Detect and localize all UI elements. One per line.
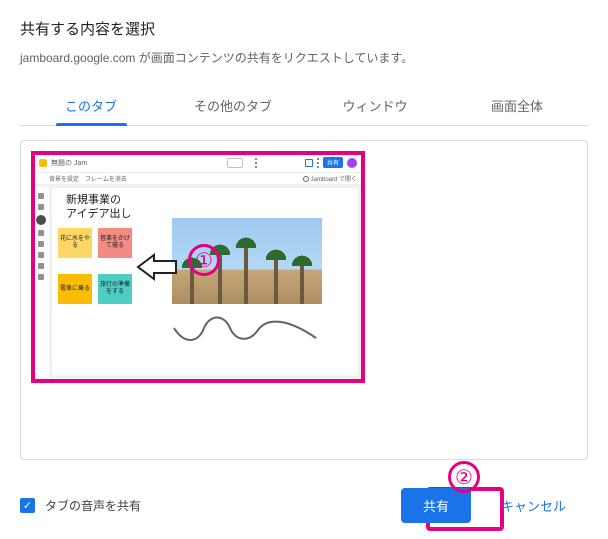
jamboard-toolbar — [33, 187, 49, 377]
annotation-badge-1: ① — [188, 244, 220, 276]
jamboard-share-button: 共有 — [323, 157, 343, 168]
dialog-title: 共有する内容を選択 — [20, 18, 588, 39]
arrow-drawing-icon — [136, 252, 178, 282]
tab-other-tabs[interactable]: その他のタブ — [162, 86, 304, 125]
text-tool-icon — [38, 263, 44, 269]
open-with-label: Jamboard で開く — [311, 174, 357, 183]
sticky-tool-icon — [38, 230, 44, 236]
overflow-icon — [317, 158, 319, 168]
shape-tool-icon — [38, 252, 44, 258]
scribble-drawing — [170, 314, 320, 348]
share-source-tabs: このタブ その他のタブ ウィンドウ 画面全体 — [20, 86, 588, 126]
share-audio-checkbox[interactable]: ✓ — [20, 498, 35, 513]
sticky-note: 花に水をやる — [58, 228, 92, 258]
dialog-subtitle: jamboard.google.com が画面コンテンツの共有をリクエストしてい… — [20, 49, 588, 66]
sticky-note: 電車に乗る — [58, 274, 92, 304]
laser-tool-icon — [38, 274, 44, 280]
more-menu-icon — [255, 158, 257, 168]
jamboard-subbar: 背景を設定 フレームを消去 Jamboard で開く — [33, 173, 363, 185]
frame-selector-icon — [227, 158, 243, 168]
dialog-footer: ✓ タブの音声を共有 共有 キャンセル — [0, 476, 608, 539]
grid-icon — [305, 159, 313, 167]
tab-this-tab[interactable]: このタブ — [20, 86, 162, 125]
image-tool-icon — [38, 241, 44, 247]
sticky-note: 音楽をかけて寝る — [98, 228, 132, 258]
jamboard-doc-title: 無題の Jam — [51, 158, 87, 168]
tab-window[interactable]: ウィンドウ — [304, 86, 446, 125]
eraser-tool-icon — [38, 204, 44, 210]
tab-entire-screen[interactable]: 画面全体 — [446, 86, 588, 125]
preview-area: 無題の Jam 共有 背景を設定 フレームを消去 Jamboard で開く — [20, 140, 588, 460]
share-audio-label: タブの音声を共有 — [45, 497, 141, 514]
clear-frame-label: フレームを消去 — [85, 174, 127, 183]
pen-tool-icon — [38, 193, 44, 199]
jamboard-topbar: 無題の Jam 共有 — [33, 153, 363, 173]
sticky-note: 旅行の準備をする — [98, 274, 132, 304]
jamboard-logo-icon — [39, 159, 47, 167]
cancel-button[interactable]: キャンセル — [479, 488, 588, 523]
canvas-title: 新規事業の アイデア出し — [66, 194, 131, 222]
avatar — [347, 158, 357, 168]
select-tool-icon — [36, 215, 46, 225]
jamboard-canvas: 新規事業の アイデア出し 花に水をやる 音楽をかけて寝る 電車に乗る 旅行の準備… — [51, 187, 359, 377]
annotation-badge-2: ② — [448, 461, 480, 493]
share-button[interactable]: 共有 — [401, 488, 471, 523]
jamboard-open-icon — [303, 176, 309, 182]
bg-setting-label: 背景を設定 — [49, 174, 79, 183]
